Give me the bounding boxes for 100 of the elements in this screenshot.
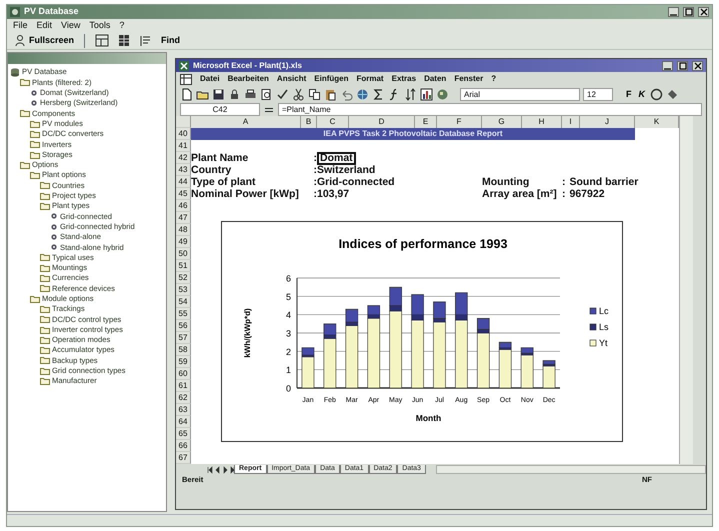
y-tick-label: 0 [286, 384, 291, 394]
row-header[interactable]: 45 [176, 188, 191, 200]
fill-color-button[interactable] [666, 87, 679, 102]
currency-button[interactable] [650, 87, 663, 102]
row-header[interactable]: 48 [176, 224, 191, 236]
menu-item[interactable]: ? [119, 18, 124, 32]
y-tick-label: 4 [286, 310, 291, 320]
row-header[interactable]: 52 [176, 272, 191, 284]
field-label: Array area [m²] [482, 188, 557, 200]
column-header[interactable]: E [415, 116, 437, 128]
y-tick-label: 5 [286, 292, 291, 302]
italic-button[interactable]: K [636, 87, 647, 102]
column-header[interactable]: D [349, 116, 415, 128]
row-header[interactable]: 53 [176, 284, 191, 296]
column-header[interactable]: H [522, 116, 562, 128]
formula-field[interactable]: =Plant_Name [278, 103, 702, 116]
row-header[interactable]: 55 [176, 308, 191, 320]
row-header[interactable]: 61 [176, 380, 191, 392]
undo-icon [340, 88, 353, 101]
bold-button[interactable]: F [624, 87, 634, 102]
selected-cell[interactable]: Domat [317, 152, 356, 165]
y-tick-label: 2 [286, 346, 291, 357]
column-header[interactable]: G [482, 116, 522, 128]
row-header[interactable]: 40 [176, 128, 191, 140]
chart-icon [420, 88, 433, 101]
row-header[interactable]: 59 [176, 356, 191, 368]
row-header[interactable]: 51 [176, 260, 191, 272]
maximize-button[interactable] [683, 7, 694, 17]
fullscreen-button[interactable]: Fullscreen [13, 33, 76, 48]
menu-item[interactable]: Extras [392, 73, 416, 85]
column-header[interactable]: C [317, 116, 349, 128]
menu-item[interactable]: Format [356, 73, 384, 85]
menu-item[interactable]: Fenster [454, 73, 484, 85]
menu-item[interactable]: File [13, 18, 28, 32]
sum-button[interactable] [372, 87, 385, 102]
row-header[interactable]: 47 [176, 212, 191, 224]
row-header[interactable]: 49 [176, 236, 191, 248]
column-header[interactable]: I [562, 116, 580, 128]
column-header[interactable]: F [437, 116, 482, 128]
minimize-button[interactable] [668, 7, 679, 17]
row-header[interactable]: 46 [176, 200, 191, 212]
column-header[interactable]: A [191, 116, 301, 128]
hyperlink-button[interactable] [356, 87, 369, 102]
copy-button[interactable] [308, 87, 321, 102]
paste-button[interactable] [324, 87, 337, 102]
new-file-button[interactable] [180, 87, 193, 102]
window-title: PV Database [24, 5, 79, 18]
menu-item[interactable]: Ansicht [276, 73, 306, 85]
column-header[interactable]: K [635, 116, 679, 128]
row-header[interactable]: 62 [176, 392, 191, 404]
row-header[interactable]: 63 [176, 404, 191, 416]
sort-button[interactable] [404, 87, 417, 102]
menu-item[interactable]: View [61, 18, 80, 32]
spell-check-button[interactable] [276, 87, 289, 102]
row-header[interactable]: 67 [176, 452, 191, 464]
row-header[interactable]: 57 [176, 332, 191, 344]
row-header[interactable]: 54 [176, 296, 191, 308]
row-header[interactable]: 44 [176, 176, 191, 188]
row-header[interactable]: 56 [176, 320, 191, 332]
maximize-button[interactable] [677, 60, 688, 70]
font-field[interactable]: Arial [460, 88, 580, 101]
row-header[interactable]: 50 [176, 248, 191, 260]
menu-item[interactable]: Bearbeiten [228, 73, 269, 85]
row-header[interactable]: 58 [176, 344, 191, 356]
minimize-button[interactable] [662, 60, 673, 70]
menu-item[interactable]: Edit [36, 18, 52, 32]
lock-button[interactable] [228, 87, 241, 102]
printer-icon [244, 88, 257, 101]
menu-item[interactable]: Einfügen [314, 73, 348, 85]
menu-item[interactable]: Tools [89, 18, 110, 32]
row-header[interactable]: 43 [176, 164, 191, 176]
row-header[interactable]: 41 [176, 140, 191, 152]
row-header[interactable]: 64 [176, 416, 191, 428]
layout-button[interactable] [93, 33, 112, 48]
row-header[interactable]: 42 [176, 152, 191, 164]
field-value: 967922 [570, 188, 605, 200]
close-button[interactable] [692, 60, 703, 70]
preview-button[interactable] [260, 87, 273, 102]
column-header[interactable]: J [580, 116, 635, 128]
menu-item[interactable]: Daten [424, 73, 446, 85]
font-size-field[interactable]: 12 [583, 88, 613, 101]
horizontal-scrollbar[interactable] [436, 465, 706, 474]
cut-button[interactable] [292, 87, 305, 102]
grid-icon [117, 34, 132, 47]
y-tick-label: 6 [286, 274, 291, 284]
vertical-scrollbar[interactable] [679, 116, 693, 464]
column-header[interactable]: B [301, 116, 317, 128]
find-button[interactable]: Find [159, 33, 182, 48]
field-value: Sound barrier [570, 176, 638, 188]
row-header[interactable]: 60 [176, 368, 191, 380]
menu-item[interactable]: ? [491, 73, 496, 85]
folder-icon [20, 78, 30, 86]
row-header[interactable]: 65 [176, 428, 191, 440]
name-box[interactable]: C42 [180, 103, 260, 116]
close-button[interactable] [698, 7, 709, 17]
save-button[interactable] [212, 87, 225, 102]
row-header[interactable]: 66 [176, 440, 191, 452]
field-label: Nominal Power [kWp] [191, 188, 299, 200]
menu-item[interactable]: Datei [200, 73, 220, 85]
chart-button[interactable] [420, 87, 433, 102]
